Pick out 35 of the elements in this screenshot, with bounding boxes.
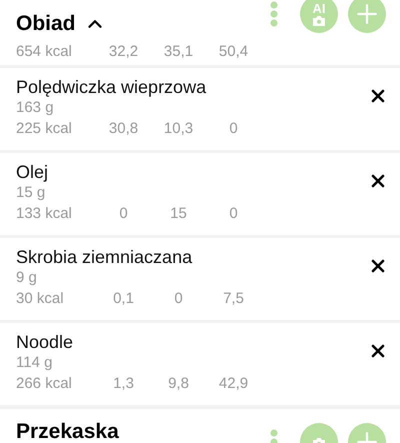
macro-value: 0 — [174, 289, 183, 309]
kcal-value: 30 kcal — [16, 289, 65, 309]
food-name: Noodle — [16, 331, 74, 353]
kcal-value: 225 kcal — [16, 119, 73, 139]
macro-value: 0 — [229, 204, 238, 224]
food-item-card[interactable]: Olej 15 g 133 kcal 0 15 0 — [0, 153, 400, 235]
macro-value: 0 — [229, 119, 238, 139]
food-item-card[interactable]: Polędwiczka wieprzowa 163 g 225 kcal 30,8 10,3 0 — [0, 68, 400, 150]
macro-value: 1,3 — [113, 374, 134, 394]
meal-title: Obiad — [16, 11, 76, 37]
food-amount: 15 g — [16, 183, 46, 203]
macro-value: 15 — [170, 204, 187, 224]
kcal-value: 133 kcal — [16, 204, 73, 224]
kcal-value: 266 kcal — [16, 374, 73, 394]
food-name: Skrobia ziemniaczana — [16, 246, 194, 268]
macro-value: 50,4 — [218, 42, 248, 62]
food-item-card[interactable]: Skrobia ziemniaczana 9 g 30 kcal 0,1 0 7,5 — [0, 238, 400, 320]
camera-icon — [312, 14, 326, 26]
food-amount: 9 g — [16, 268, 38, 288]
food-name: Olej — [16, 161, 50, 183]
food-item-card[interactable]: Noodle 114 g 266 kcal 1,3 9,8 42,9 — [0, 323, 400, 405]
macro-value: 32,2 — [108, 42, 138, 62]
meal-title: Przekaska — [16, 420, 119, 443]
macro-value: 0,1 — [113, 289, 134, 309]
food-amount: 163 g — [16, 98, 55, 118]
food-name: Polędwiczka wieprzowa — [16, 76, 208, 98]
macro-value: 0 — [119, 204, 128, 224]
macro-value: 9,8 — [168, 374, 189, 394]
macro-value: 30,8 — [108, 119, 138, 139]
macro-value: 7,5 — [223, 289, 244, 309]
kcal-value: 654 kcal — [16, 42, 73, 62]
macro-value: 10,3 — [164, 119, 194, 139]
macro-value: 42,9 — [218, 374, 248, 394]
food-amount: 114 g — [16, 353, 54, 373]
macro-value: 35,1 — [164, 42, 194, 62]
